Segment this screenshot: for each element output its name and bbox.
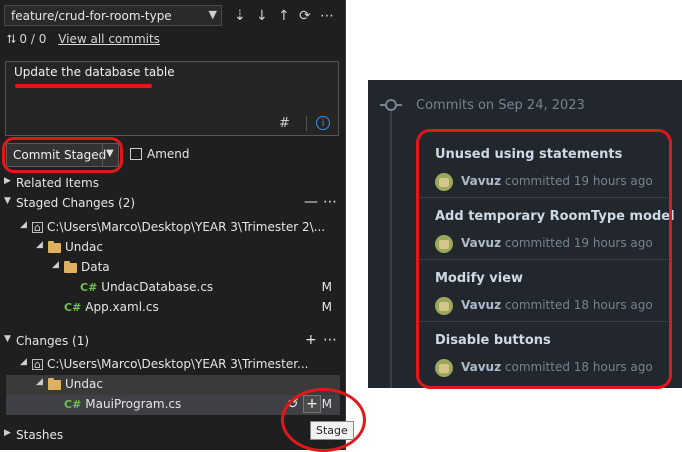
folder-icon bbox=[64, 260, 77, 273]
annotation-commits-highlight bbox=[416, 129, 672, 389]
view-all-commits-link[interactable]: View all commits bbox=[58, 32, 160, 46]
changes-header[interactable]: ▼ Changes (1) bbox=[4, 334, 340, 354]
chevron-down-icon: ◢ bbox=[36, 240, 43, 250]
more-icon[interactable]: ⋯ bbox=[323, 332, 337, 348]
branch-toolbar: feature/crud-for-room-type ▼ ⇣ ↓ ↑ ⟳ ⋯ bbox=[4, 5, 342, 27]
related-items-header[interactable]: ▶ Related Items bbox=[4, 176, 99, 196]
annotation-underline bbox=[15, 84, 152, 88]
csharp-file-icon: C# bbox=[64, 398, 82, 411]
staged-folder-data[interactable]: ◢ Data bbox=[52, 260, 110, 280]
separator bbox=[306, 116, 307, 131]
sync-icon[interactable]: ⟳ bbox=[299, 9, 311, 23]
changes-folder-undac[interactable]: ◢ Undac bbox=[36, 377, 103, 397]
hash-reference-icon[interactable]: # bbox=[279, 116, 290, 131]
stage-all-icon[interactable]: + bbox=[305, 332, 317, 348]
amend-checkbox[interactable] bbox=[130, 148, 142, 160]
git-changes-pane: feature/crud-for-room-type ▼ ⇣ ↓ ↑ ⟳ ⋯ ⮁… bbox=[0, 0, 345, 450]
branch-selector[interactable]: feature/crud-for-room-type ▼ bbox=[4, 5, 222, 26]
chevron-down-icon: ◢ bbox=[36, 377, 43, 387]
outgoing-incoming: ⮁ 0 / 0 View all commits bbox=[6, 32, 160, 47]
branch-name: feature/crud-for-room-type bbox=[11, 9, 172, 23]
csharp-file-icon: C# bbox=[64, 301, 82, 314]
chevron-down-icon: ▼ bbox=[4, 334, 11, 344]
stage-tooltip: Stage bbox=[310, 421, 354, 440]
staged-folder-undac[interactable]: ◢ Undac bbox=[36, 240, 103, 260]
modified-flag: M bbox=[321, 300, 332, 314]
pane-border bbox=[345, 0, 346, 450]
staged-file-app-xaml[interactable]: C# App.xaml.cs M bbox=[64, 300, 340, 320]
chevron-right-icon: ▶ bbox=[4, 428, 11, 438]
repository-icon: ⌂ bbox=[32, 222, 43, 233]
amend-label: Amend bbox=[147, 147, 190, 161]
timeline-line bbox=[390, 105, 392, 388]
modified-flag: M bbox=[321, 280, 332, 294]
commit-icon bbox=[385, 99, 397, 111]
chevron-down-icon: ◢ bbox=[52, 260, 59, 270]
push-icon[interactable]: ↑ bbox=[278, 9, 290, 23]
chevron-down-icon: ▼ bbox=[4, 196, 11, 206]
folder-icon bbox=[48, 377, 61, 390]
commit-message-text: Update the database table bbox=[14, 65, 175, 79]
pull-icon[interactable]: ↓ bbox=[256, 9, 268, 23]
chevron-down-icon: ◢ bbox=[20, 220, 27, 230]
unstage-all-icon[interactable]: — bbox=[304, 194, 318, 210]
annotation-commit-highlight bbox=[2, 137, 123, 173]
staged-file-undacdatabase[interactable]: C# UndacDatabase.cs M bbox=[80, 280, 340, 300]
staged-changes-header[interactable]: ▼ Staged Changes (2) bbox=[4, 196, 340, 216]
more-icon[interactable]: ⋯ bbox=[320, 9, 334, 23]
staged-repo-row[interactable]: ◢ ⌂ C:\Users\Marco\Desktop\YEAR 3\Trimest… bbox=[20, 220, 325, 240]
stashes-header[interactable]: ▶ Stashes bbox=[4, 428, 63, 448]
folder-icon bbox=[48, 240, 61, 253]
info-icon[interactable]: i bbox=[316, 116, 330, 130]
repository-icon: ⌂ bbox=[32, 359, 43, 370]
chevron-right-icon: ▶ bbox=[4, 176, 11, 186]
chevron-down-icon: ▼ bbox=[208, 8, 217, 21]
fetch-icon[interactable]: ⇣ bbox=[234, 9, 246, 23]
csharp-file-icon: C# bbox=[80, 281, 98, 294]
more-icon[interactable]: ⋯ bbox=[323, 194, 337, 210]
chevron-down-icon: ◢ bbox=[20, 357, 27, 367]
sync-counts: ⮁ 0 / 0 bbox=[6, 32, 47, 46]
changes-repo-row[interactable]: ◢ ⌂ C:\Users\Marco\Desktop\YEAR 3\Trimest… bbox=[20, 357, 308, 377]
commits-date-header: Commits on Sep 24, 2023 bbox=[416, 98, 585, 113]
annotation-stage-highlight bbox=[281, 388, 366, 452]
